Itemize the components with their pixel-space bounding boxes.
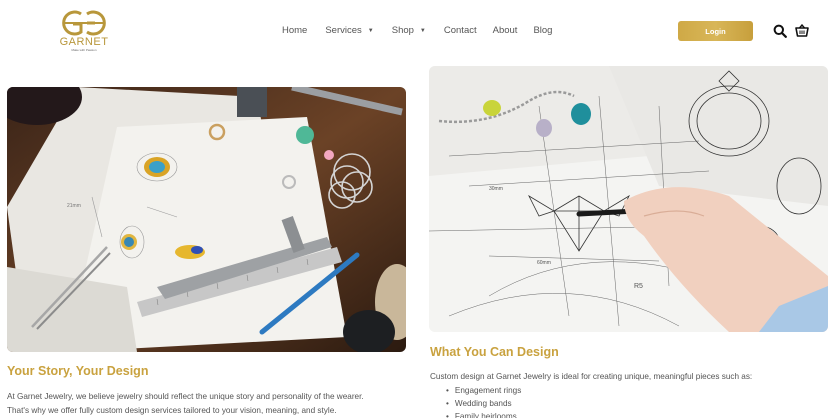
design-sketch-image: 30mm 60mm R5 (429, 66, 828, 332)
list-item: Family heirlooms (446, 410, 521, 418)
nav-blog[interactable]: Blog (533, 25, 552, 36)
chevron-down-icon: ▼ (367, 27, 374, 34)
nav-home[interactable]: Home (282, 25, 307, 36)
brand-tagline: Make with Passion (71, 48, 97, 52)
right-section-heading: What You Can Design (430, 345, 559, 359)
nav-contact-label: Contact (443, 25, 477, 36)
left-section-text: At Garnet Jewelry, we believe jewelry sh… (7, 390, 417, 418)
sketch-label-r5: R5 (634, 283, 643, 290)
nav-services-label: Services (325, 25, 362, 36)
list-item: Wedding bands (446, 397, 521, 410)
logo-mark-icon (62, 10, 106, 36)
left-section-line-2: That's why we offer fully custom design … (7, 406, 337, 415)
list-item: Engagement rings (446, 384, 521, 397)
brand-logo[interactable]: GARNET Make with Passion (52, 8, 116, 58)
chevron-down-icon: ▼ (419, 27, 426, 34)
nav-shop[interactable]: Shop ▼ (392, 25, 426, 36)
cart-icon[interactable] (795, 24, 809, 38)
right-section-intro: Custom design at Garnet Jewelry is ideal… (430, 372, 753, 381)
nav-about[interactable]: About (493, 25, 518, 36)
jewelry-workbench-image: 21mm 3m (7, 87, 406, 352)
sketch-label-21mm: 21mm (67, 203, 81, 209)
search-icon[interactable] (773, 24, 787, 38)
sketch-label-30mm: 30mm (489, 186, 503, 192)
left-section-line-1: At Garnet Jewelry, we believe jewelry sh… (7, 392, 364, 401)
main-nav: Home Services ▼ Shop ▼ Contact About Blo… (282, 25, 552, 36)
nav-blog-label: Blog (533, 25, 553, 36)
nav-about-label: About (492, 25, 518, 36)
nav-services[interactable]: Services ▼ (325, 25, 373, 36)
left-section-heading: Your Story, Your Design (7, 364, 149, 378)
brand-name: GARNET (59, 36, 109, 48)
sketch-label-60mm: 60mm (537, 260, 551, 266)
design-options-list: Engagement rings Wedding bands Family he… (446, 384, 521, 418)
nav-shop-label: Shop (391, 25, 414, 36)
login-button[interactable]: Login (678, 21, 753, 41)
nav-home-label: Home (282, 25, 308, 36)
nav-contact[interactable]: Contact (444, 25, 477, 36)
